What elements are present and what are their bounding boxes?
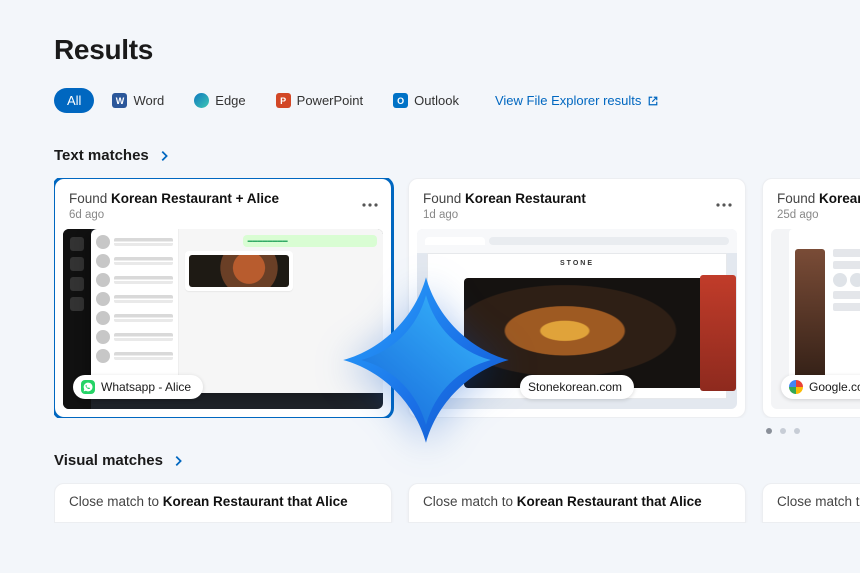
page-dot-0[interactable] (766, 428, 772, 434)
card-title: Found Korean Restaurant (423, 191, 731, 206)
page-dot-1[interactable] (780, 428, 786, 434)
card-title-prefix: Found (423, 191, 465, 206)
source-pill: Stonekorean.com (520, 375, 634, 399)
filter-word-label: Word (133, 93, 164, 108)
visual-card-0[interactable]: Close match to Korean Restaurant that Al… (54, 483, 392, 523)
card-title-prefix: Close match to (423, 494, 517, 509)
card-title-match: Korean Restaurant that Alice (163, 494, 348, 509)
text-card-2[interactable]: Found Korean Re 25d ago (762, 178, 860, 418)
card-time: 6d ago (69, 209, 377, 221)
more-icon (716, 203, 732, 207)
source-label: Stonekorean.com (528, 380, 622, 394)
card-thumbnail: ▬▬▬▬▬▬▬▬ Whatsapp - Alice (63, 229, 383, 409)
more-button[interactable] (713, 197, 735, 213)
filter-edge[interactable]: Edge (182, 88, 257, 113)
visual-matches-label: Visual matches (54, 452, 163, 469)
more-icon (362, 203, 378, 207)
chevron-right-icon (157, 149, 171, 163)
visual-matches-section: Visual matches Close match to Korean Res… (54, 452, 860, 523)
source-pill: Google.co (781, 375, 860, 399)
card-thumbnail: STONE Stonekorean.com (417, 229, 737, 409)
view-file-explorer-link[interactable]: View File Explorer results (495, 93, 659, 108)
edge-icon (194, 93, 209, 108)
visual-card-row: Close match to Korean Restaurant that Al… (54, 483, 860, 523)
filter-outlook-label: Outlook (414, 93, 459, 108)
filter-powerpoint[interactable]: P PowerPoint (264, 88, 375, 113)
text-matches-label: Text matches (54, 147, 149, 164)
card-title-match: Korean Restaurant (465, 191, 586, 206)
card-title-match: Korean Re (819, 191, 860, 206)
file-explorer-link-label: View File Explorer results (495, 93, 641, 108)
filter-word[interactable]: W Word (100, 88, 176, 113)
card-head: Found Korean Re 25d ago (763, 179, 860, 229)
site-brand: STONE (560, 260, 594, 267)
card-title: Found Korean Re (777, 191, 860, 206)
google-icon (789, 380, 803, 394)
results-page: Results All W Word Edge P PowerPoint O O… (0, 0, 860, 523)
card-head: Found Korean Restaurant + Alice 6d ago (55, 179, 391, 229)
outlook-icon: O (393, 93, 408, 108)
filter-row: All W Word Edge P PowerPoint O Outlook V… (54, 88, 860, 113)
card-title-match: Korean Restaurant that Alice (517, 494, 702, 509)
text-card-0[interactable]: Found Korean Restaurant + Alice 6d ago (54, 178, 392, 418)
pagination-dots[interactable] (54, 428, 860, 434)
card-time: 1d ago (423, 209, 731, 221)
card-title-match: Korean Restaurant + Alice (111, 191, 279, 206)
card-title: Found Korean Restaurant + Alice (69, 191, 377, 206)
card-title-prefix: Found (69, 191, 111, 206)
visual-card-2[interactable]: Close match to K (762, 483, 860, 523)
source-label: Whatsapp - Alice (101, 380, 191, 394)
filter-powerpoint-label: PowerPoint (297, 93, 363, 108)
filter-edge-label: Edge (215, 93, 245, 108)
text-matches-heading[interactable]: Text matches (54, 147, 860, 164)
card-title-prefix: Close match to (69, 494, 163, 509)
text-card-row: Found Korean Restaurant + Alice 6d ago (54, 178, 860, 418)
text-card-1[interactable]: Found Korean Restaurant 1d ago STONE Sto… (408, 178, 746, 418)
card-time: 25d ago (777, 209, 860, 221)
visual-card-1[interactable]: Close match to Korean Restaurant that Al… (408, 483, 746, 523)
more-button[interactable] (359, 197, 381, 213)
word-icon: W (112, 93, 127, 108)
page-title: Results (54, 34, 860, 66)
filter-outlook[interactable]: O Outlook (381, 88, 471, 113)
filter-all[interactable]: All (54, 88, 94, 113)
external-link-icon (647, 95, 659, 107)
visual-matches-heading[interactable]: Visual matches (54, 452, 860, 469)
source-label: Google.co (809, 380, 860, 394)
page-dot-2[interactable] (794, 428, 800, 434)
source-pill: Whatsapp - Alice (73, 375, 203, 399)
card-head: Found Korean Restaurant 1d ago (409, 179, 745, 229)
powerpoint-icon: P (276, 93, 291, 108)
card-title-prefix: Found (777, 191, 819, 206)
card-thumbnail: Google.co (771, 229, 860, 409)
card-title-prefix: Close match to (777, 494, 860, 509)
chevron-right-icon (171, 454, 185, 468)
whatsapp-icon (81, 380, 95, 394)
